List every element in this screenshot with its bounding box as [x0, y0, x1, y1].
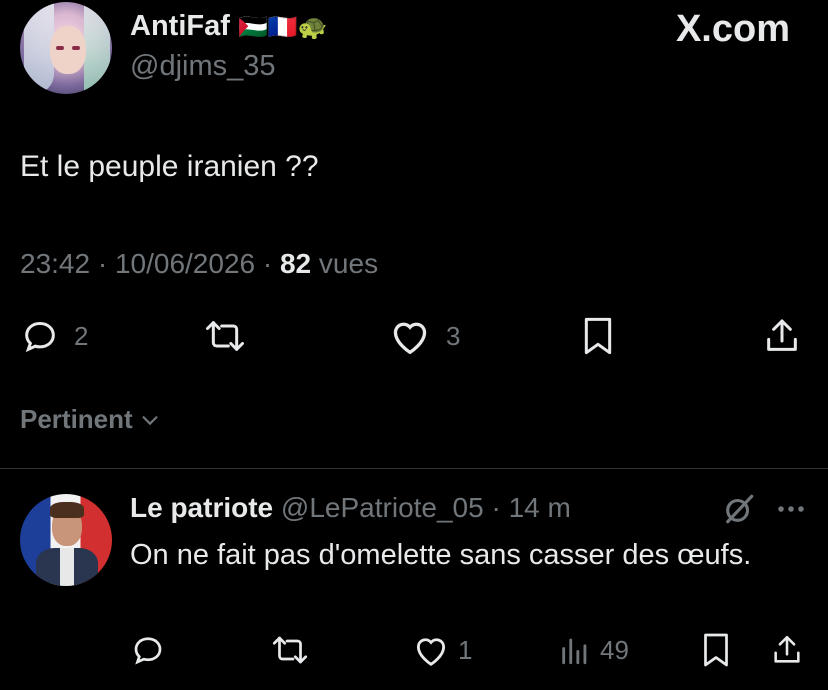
reply-share-button[interactable] — [770, 632, 804, 668]
reply-handle[interactable]: @LePatriote_05 — [281, 492, 484, 523]
reply-header: Le patriote @LePatriote_05 · 14 m — [130, 492, 571, 524]
bookmark-icon — [580, 316, 616, 356]
like-icon — [412, 632, 450, 668]
reply-views-count: 49 — [600, 634, 629, 665]
author-handle[interactable]: @djims_35 — [130, 50, 276, 83]
sort-dropdown[interactable]: Pertinent — [20, 404, 161, 435]
reply-retweet-button[interactable] — [270, 632, 310, 668]
like-count: 3 — [446, 320, 461, 351]
views-icon — [558, 632, 592, 668]
bookmark-icon — [700, 632, 732, 668]
tweet-timestamp[interactable]: 23:42 · 10/06/2026 · — [20, 248, 280, 279]
reply-count: 2 — [74, 320, 89, 351]
bookmark-button[interactable] — [580, 316, 616, 356]
sort-label: Pertinent — [20, 404, 133, 434]
tweet-text: Et le peuple iranien ?? — [20, 150, 319, 183]
reply-text: On ne fait pas d'omelette sans casser de… — [130, 539, 752, 571]
reply-bookmark-button[interactable] — [700, 632, 732, 668]
chevron-down-icon — [139, 409, 161, 431]
reply-icon — [130, 632, 166, 668]
reply-views-button[interactable]: 49 — [558, 632, 629, 668]
author-name[interactable]: AntiFaf 🇵🇸🇫🇷🐢 — [130, 10, 328, 43]
retweet-button[interactable] — [202, 316, 248, 356]
share-icon — [762, 316, 802, 356]
reply-time: · 14 m — [483, 492, 571, 523]
x-logo: X.com — [675, 8, 790, 50]
like-icon — [388, 316, 432, 356]
views-label: vues — [311, 248, 379, 279]
reply-like-count: 1 — [458, 634, 473, 665]
reply-like-button[interactable]: 1 — [412, 632, 472, 668]
grok-icon[interactable] — [722, 492, 756, 526]
share-icon — [770, 632, 804, 668]
more-icon[interactable] — [776, 494, 806, 524]
author-avatar[interactable] — [20, 2, 112, 94]
reply-icon — [20, 316, 60, 356]
share-button[interactable] — [762, 316, 802, 356]
retweet-icon — [270, 632, 310, 668]
like-button[interactable]: 3 — [388, 316, 460, 356]
author-flags: 🇵🇸🇫🇷🐢 — [237, 14, 328, 41]
reply-button[interactable]: 2 — [20, 316, 88, 356]
divider — [0, 468, 828, 469]
tweet-meta: 23:42 · 10/06/2026 · 82 vues — [20, 248, 378, 280]
reply-author-avatar[interactable] — [20, 494, 112, 586]
retweet-icon — [202, 316, 248, 356]
author-display-name[interactable]: AntiFaf — [130, 10, 230, 42]
reply-reply-button[interactable] — [130, 632, 166, 668]
views-count: 82 — [279, 248, 312, 279]
reply-display-name[interactable]: Le patriote — [130, 492, 273, 523]
